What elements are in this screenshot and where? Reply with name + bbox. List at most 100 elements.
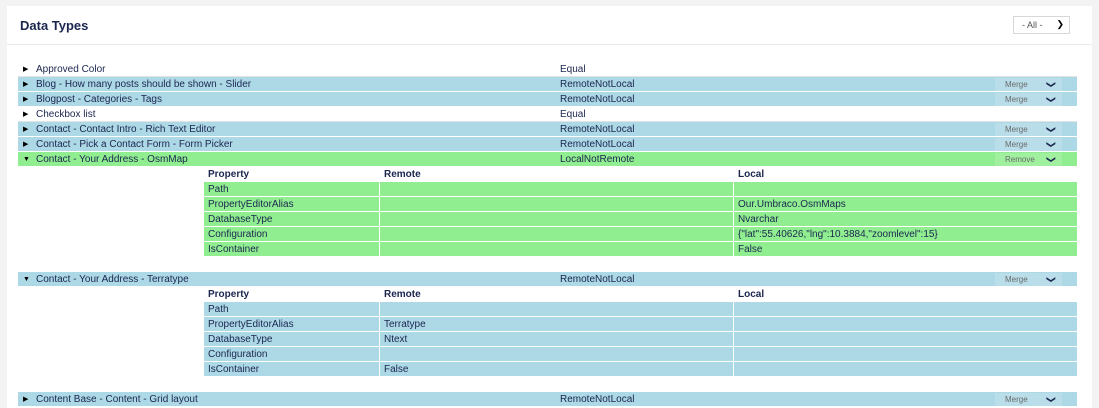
column-divider: [733, 302, 734, 317]
property-row: DatabaseType Ntext: [204, 332, 1077, 347]
table-row[interactable]: ▼ Contact - Your Address - OsmMap LocalNot…: [18, 152, 1077, 167]
row-name: Checkbox list: [36, 109, 96, 120]
column-divider: [733, 242, 734, 257]
table-row[interactable]: ▶ Checkbox list Equal: [18, 107, 1077, 122]
column-divider: [379, 347, 380, 362]
action-select[interactable]: Merge ❯: [995, 273, 1062, 286]
filter-select[interactable]: - All - ❯: [1013, 16, 1070, 34]
property-local: Nvarchar: [738, 214, 779, 225]
row-name: Contact - Your Address - OsmMap: [36, 154, 188, 165]
triangle-right-icon[interactable]: ▶: [23, 107, 28, 122]
property-name: DatabaseType: [208, 334, 273, 345]
table-row[interactable]: ▼ Contact - Your Address - Terratype Remot…: [18, 272, 1077, 287]
row-status: RemoteNotLocal: [560, 79, 635, 90]
triangle-down-icon[interactable]: ▼: [23, 152, 30, 167]
header-remote: Remote: [384, 289, 421, 300]
column-divider: [733, 197, 734, 212]
triangle-right-icon[interactable]: ▶: [23, 122, 28, 137]
property-name: DatabaseType: [208, 214, 273, 225]
column-divider: [379, 182, 380, 197]
property-name: Path: [208, 184, 229, 195]
table-row[interactable]: ▶ Contact - Pick a Contact Form - Form Pi…: [18, 137, 1077, 152]
column-divider: [379, 302, 380, 317]
action-select[interactable]: Merge ❯: [995, 138, 1062, 151]
row-status: Equal: [560, 109, 586, 120]
row-name: Contact - Pick a Contact Form - Form Pic…: [36, 139, 233, 150]
action-select[interactable]: Merge ❯: [995, 93, 1062, 106]
chevron-down-icon: ❯: [1046, 95, 1057, 104]
column-divider: [733, 347, 734, 362]
property-local: {"lat":55.40626,"lng":10.3884,"zoomlevel…: [738, 229, 938, 240]
property-name: Path: [208, 304, 229, 315]
property-row: Configuration {"lat":55.40626,"lng":10.38…: [204, 227, 1077, 242]
table-row[interactable]: ▶ Approved Color Equal: [18, 62, 1077, 77]
header-remote: Remote: [384, 169, 421, 180]
triangle-down-icon[interactable]: ▼: [23, 272, 30, 287]
column-divider: [379, 332, 380, 347]
action-value: Merge: [1005, 95, 1028, 104]
property-row: PropertyEditorAlias Our.Umbraco.OsmMaps: [204, 197, 1077, 212]
row-name: Blogpost - Categories - Tags: [36, 94, 162, 105]
page-title: Data Types: [20, 18, 89, 33]
property-remote: Ntext: [384, 334, 408, 345]
row-name: Blog - How many posts should be shown - …: [36, 79, 252, 90]
data-types-table: ▶ Approved Color Equal ▶ Blog - How many pos…: [18, 62, 1077, 407]
column-divider: [379, 242, 380, 257]
action-value: Merge: [1005, 125, 1028, 134]
property-details: Property Remote Local Path PropertyEditorAli…: [18, 167, 1077, 272]
property-remote: Terratype: [384, 319, 426, 330]
triangle-right-icon[interactable]: ▶: [23, 62, 28, 77]
triangle-right-icon[interactable]: ▶: [23, 92, 28, 107]
action-value: Remove: [1005, 155, 1035, 164]
header-local: Local: [738, 169, 765, 180]
triangle-right-icon[interactable]: ▶: [23, 392, 28, 407]
chevron-down-icon: ❯: [1046, 275, 1057, 284]
action-select[interactable]: Merge ❯: [995, 78, 1062, 91]
row-status: RemoteNotLocal: [560, 274, 635, 285]
header-local: Local: [738, 289, 765, 300]
property-row: IsContainer False: [204, 242, 1077, 257]
property-table-header: Property Remote Local: [204, 287, 1077, 302]
row-name: Approved Color: [36, 64, 106, 75]
action-select[interactable]: Merge ❯: [995, 393, 1062, 406]
property-details: Property Remote Local Path PropertyEditorAli…: [18, 287, 1077, 392]
column-divider: [379, 317, 380, 332]
property-name: Configuration: [208, 349, 268, 360]
action-select[interactable]: Merge ❯: [995, 123, 1062, 136]
row-name: Contact - Contact Intro - Rich Text Edit…: [36, 124, 216, 135]
row-status: Equal: [560, 64, 586, 75]
table-row[interactable]: ▶ Blogpost - Categories - Tags RemoteNotLo…: [18, 92, 1077, 107]
property-name: PropertyEditorAlias: [208, 199, 294, 210]
chevron-down-icon: ❯: [1046, 125, 1057, 134]
property-table: Property Remote Local Path PropertyEditorAli…: [204, 287, 1077, 377]
property-remote: False: [384, 364, 409, 375]
triangle-right-icon[interactable]: ▶: [23, 77, 28, 92]
property-table: Property Remote Local Path PropertyEditorAli…: [204, 167, 1077, 257]
row-status: RemoteNotLocal: [560, 94, 635, 105]
row-status: LocalNotRemote: [560, 154, 635, 165]
property-name: IsContainer: [208, 364, 260, 375]
property-row: Path: [204, 182, 1077, 197]
table-row[interactable]: ▶ Blog - How many posts should be shown -…: [18, 77, 1077, 92]
column-divider: [379, 227, 380, 242]
column-divider: [379, 362, 380, 377]
triangle-right-icon[interactable]: ▶: [23, 137, 28, 152]
panel-header: Data Types - All - ❯: [7, 6, 1092, 45]
row-status: RemoteNotLocal: [560, 124, 635, 135]
chevron-down-icon: ❯: [1046, 140, 1057, 149]
row-status: RemoteNotLocal: [560, 139, 635, 150]
column-divider: [379, 197, 380, 212]
property-table-header: Property Remote Local: [204, 167, 1077, 182]
column-divider: [733, 332, 734, 347]
header-property: Property: [208, 169, 250, 180]
table-row[interactable]: ▶ Content Base - Content - Grid layout Rem…: [18, 392, 1077, 407]
column-divider: [733, 182, 734, 197]
table-row[interactable]: ▶ Contact - Contact Intro - Rich Text Edi…: [18, 122, 1077, 137]
property-row: IsContainer False: [204, 362, 1077, 377]
column-divider: [733, 362, 734, 377]
action-select[interactable]: Remove ❯: [995, 153, 1062, 166]
filter-value: - All -: [1022, 20, 1043, 30]
data-types-panel: Data Types - All - ❯ ▶ Approved Color Equa…: [7, 6, 1092, 408]
property-name: IsContainer: [208, 244, 260, 255]
chevron-down-icon: ❯: [1056, 19, 1064, 29]
